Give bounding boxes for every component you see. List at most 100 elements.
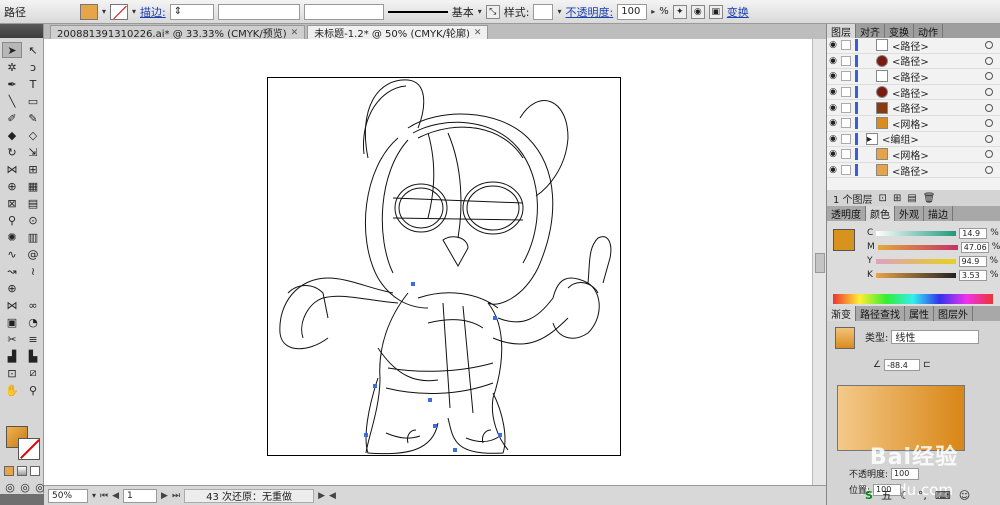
pen-tool-icon[interactable]: ✒ (2, 76, 22, 92)
brush-definition[interactable] (303, 3, 384, 20)
page-field[interactable]: 1 (123, 488, 158, 503)
eye-icon[interactable]: ◉ (827, 40, 839, 50)
lock-box[interactable] (841, 118, 851, 129)
eyedropper-tool-icon[interactable]: ⚲ (2, 212, 22, 228)
black-row[interactable]: K 3.53 % (867, 269, 998, 281)
eye-icon[interactable]: ◉ (827, 71, 839, 81)
expand-triangle-icon[interactable]: ▸ (866, 132, 878, 145)
scale-tool-icon[interactable]: ⇲ (23, 144, 43, 160)
document-canvas[interactable] (44, 39, 826, 485)
opacity-field[interactable]: 100 (617, 3, 648, 20)
lasso-tool-icon[interactable]: ↄ (23, 59, 43, 75)
style-swatch[interactable] (533, 3, 554, 20)
basic-dropdown-icon[interactable]: ▾ (478, 7, 482, 16)
cyan-slider[interactable] (876, 230, 957, 236)
lock-box[interactable] (841, 102, 851, 113)
layer-row[interactable]: ◉ <网格> (827, 116, 1000, 132)
globe-icon[interactable]: ◉ (690, 4, 705, 19)
black-slider[interactable] (875, 272, 956, 278)
fill-swatch[interactable] (80, 3, 98, 20)
magenta-row[interactable]: M 47.06 % (867, 241, 1000, 253)
artboard-crop-icon[interactable]: ⊡ (2, 365, 22, 381)
gradient-swatch[interactable] (835, 327, 855, 349)
vertical-scrollbar[interactable] (812, 39, 826, 485)
eye-icon[interactable]: ◉ (827, 149, 839, 159)
tab-appearance[interactable]: 外观 (895, 206, 924, 221)
layer-row[interactable]: ◉ <路径> (827, 38, 1000, 54)
crop-marks-icon[interactable] (23, 280, 43, 296)
yellow-value[interactable]: 94.9 (958, 255, 987, 267)
eraser-tool-icon[interactable]: ◇ (23, 127, 43, 143)
eraser2-tool-icon[interactable]: ⧄ (23, 365, 43, 381)
eye-icon[interactable]: ◉ (827, 103, 839, 113)
stroke-swatch[interactable] (110, 3, 129, 20)
target-icon[interactable] (985, 134, 993, 143)
delete-layer-icon[interactable]: 🗑 (923, 193, 936, 204)
target-icon[interactable] (985, 41, 993, 50)
moon-icon[interactable]: ☾ (900, 489, 910, 502)
tab-actions[interactable]: 动作 (914, 24, 943, 39)
target-icon[interactable] (985, 103, 993, 112)
prev-artboard-icon[interactable]: ◀ (112, 491, 119, 501)
color-mode-button[interactable] (4, 466, 14, 476)
blend-tool-icon[interactable]: ⊙ (23, 212, 43, 228)
lock-box[interactable] (841, 71, 851, 82)
pucker-tool-icon[interactable]: ↝ (2, 263, 22, 279)
transform-link[interactable]: 变换 (727, 4, 749, 20)
lock-box[interactable] (841, 133, 851, 144)
lock-box[interactable] (841, 40, 851, 51)
fill-stroke-widget[interactable] (6, 426, 40, 460)
rotate-tool-icon[interactable]: ↻ (2, 144, 22, 160)
tab-attributes[interactable]: 属性 (905, 306, 934, 321)
eye-icon[interactable]: ◉ (827, 134, 839, 144)
stroke-color-box[interactable] (18, 438, 40, 460)
target-icon[interactable] (985, 56, 993, 65)
live-paint-tool-icon[interactable]: ▟ (2, 348, 22, 364)
twirl-tool-icon[interactable]: @ (23, 246, 43, 262)
column-graph-tool-icon[interactable]: ▣ (2, 314, 22, 330)
draw-normal-icon[interactable]: ◎ (4, 481, 16, 494)
zoom-field[interactable]: 50% (48, 488, 88, 503)
lock-box[interactable] (841, 55, 851, 66)
style-dropdown-icon[interactable]: ▾ (557, 7, 561, 16)
target-icon[interactable] (985, 72, 993, 81)
live-paint-select-icon[interactable]: ▙ (23, 348, 43, 364)
next-artboard-icon[interactable]: ▶ (161, 491, 168, 501)
punctuation-icon[interactable]: °, (918, 489, 927, 502)
scissors-tool-icon[interactable]: ✂ (2, 331, 22, 347)
width-tool-icon[interactable]: ⋈ (2, 161, 22, 177)
target-icon[interactable] (985, 88, 993, 97)
pie-graph-tool-icon[interactable]: ◔ (23, 314, 43, 330)
eye-icon[interactable]: ◉ (827, 118, 839, 128)
layer-row[interactable]: ◉ <路径> (827, 54, 1000, 70)
target-icon[interactable] (985, 119, 993, 128)
target-icon[interactable] (985, 150, 993, 159)
stroke-weight-field[interactable]: ⇕ (169, 3, 214, 20)
direct-selection-tool-icon[interactable]: ↖ (23, 42, 43, 58)
stroke-link[interactable]: 描边: (140, 4, 166, 20)
artboard[interactable] (267, 77, 621, 456)
perspective-grid-tool-icon[interactable]: ▦ (23, 178, 43, 194)
shape-builder-tool-icon[interactable]: ⊕ (2, 178, 22, 194)
layer-row[interactable]: ◉ <路径> (827, 69, 1000, 85)
layer-row[interactable]: ◉ <路径> (827, 163, 1000, 179)
angle-field[interactable]: -88.4 (884, 359, 921, 371)
eye-icon[interactable]: ◉ (827, 165, 839, 175)
ime-mode[interactable]: 五 (881, 487, 892, 503)
selection-tool-icon[interactable]: ➤ (2, 42, 22, 58)
last-artboard-icon[interactable]: ⏭ (172, 491, 180, 501)
cyan-row[interactable]: C 14.9 % (867, 227, 999, 239)
draw-behind-icon[interactable]: ◎ (19, 481, 31, 494)
close-icon[interactable]: ✕ (474, 28, 482, 38)
locate-object-icon[interactable]: ⊡ (879, 193, 887, 204)
gradient-tool-icon[interactable]: ▤ (23, 195, 43, 211)
artboard-tool-icon[interactable]: ⊕ (2, 280, 22, 296)
lock-box[interactable] (841, 87, 851, 98)
yellow-row[interactable]: Y 94.9 % (867, 255, 998, 267)
line-tool-icon[interactable]: ╲ (2, 93, 22, 109)
status-menu-icon[interactable]: ▶ (318, 491, 325, 501)
layer-row[interactable]: ◉ <网格> (827, 147, 1000, 163)
target-icon[interactable] (985, 166, 993, 175)
slice-tool-icon[interactable]: ⋈ (2, 297, 22, 313)
none-mode-button[interactable] (30, 466, 40, 476)
